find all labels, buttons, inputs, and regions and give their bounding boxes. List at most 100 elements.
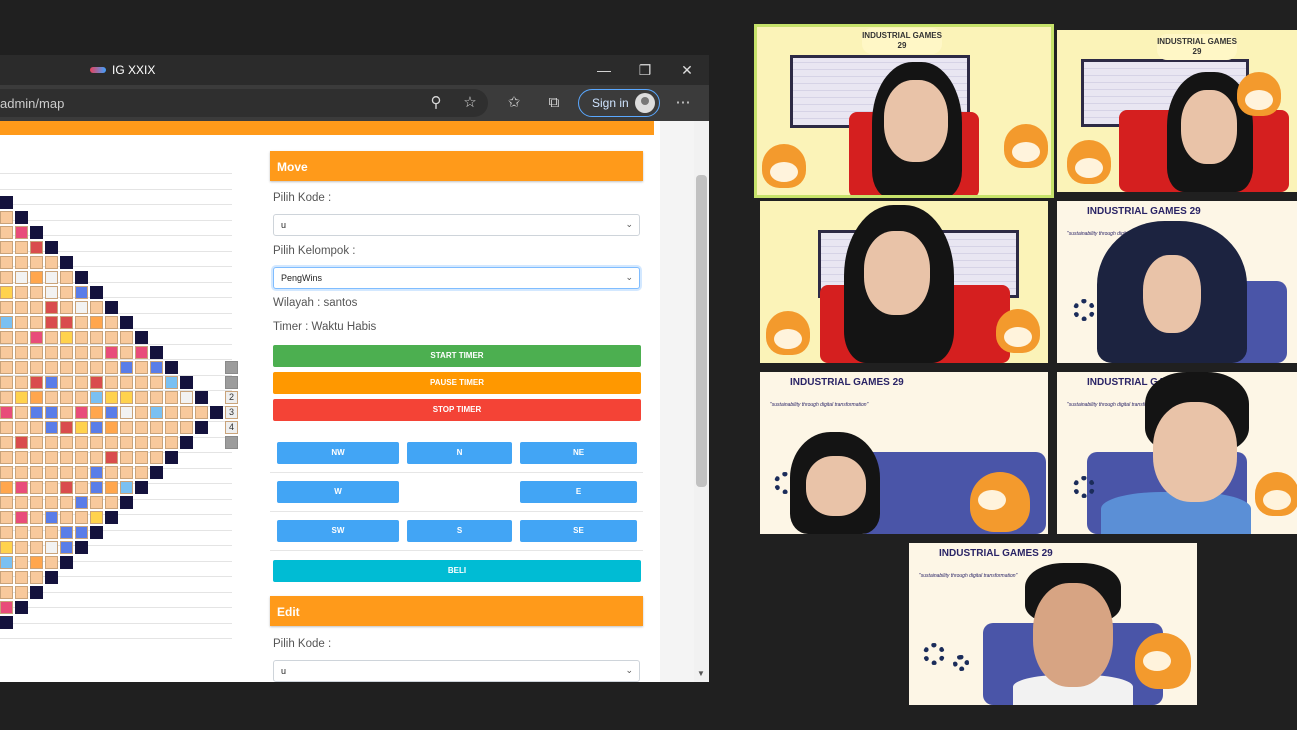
map-land-cell[interactable] bbox=[45, 496, 58, 509]
map-sea-cell[interactable] bbox=[150, 466, 163, 479]
map-item-icon[interactable] bbox=[0, 601, 13, 614]
map-land-cell[interactable] bbox=[0, 271, 13, 284]
video-tile-6[interactable]: INDUSTRIAL GAMES 29 "sustainability thro… bbox=[1057, 372, 1297, 534]
map-land-cell[interactable] bbox=[0, 571, 13, 584]
map-item-icon[interactable] bbox=[105, 481, 118, 494]
map-land-cell[interactable] bbox=[135, 361, 148, 374]
map-land-cell[interactable] bbox=[90, 331, 103, 344]
pause-timer-button[interactable]: PAUSE TIMER bbox=[273, 372, 641, 394]
map-land-cell[interactable] bbox=[15, 556, 28, 569]
map-land-cell[interactable] bbox=[15, 571, 28, 584]
map-sea-cell[interactable] bbox=[30, 226, 43, 239]
map-land-cell[interactable] bbox=[30, 421, 43, 434]
map-item-icon[interactable] bbox=[165, 376, 178, 389]
map-item-icon[interactable] bbox=[0, 556, 13, 569]
map-land-cell[interactable] bbox=[0, 466, 13, 479]
map-land-cell[interactable] bbox=[75, 511, 88, 524]
map-land-cell[interactable] bbox=[15, 241, 28, 254]
map-land-cell[interactable] bbox=[15, 316, 28, 329]
map-land-cell[interactable] bbox=[0, 346, 13, 359]
map-land-cell[interactable] bbox=[120, 421, 133, 434]
map-sea-cell[interactable] bbox=[75, 271, 88, 284]
map-land-cell[interactable] bbox=[135, 376, 148, 389]
map-item-icon[interactable] bbox=[90, 421, 103, 434]
map-land-cell[interactable] bbox=[45, 391, 58, 404]
map-land-cell[interactable] bbox=[30, 361, 43, 374]
map-land-cell[interactable] bbox=[120, 451, 133, 464]
map-land-cell[interactable] bbox=[60, 466, 73, 479]
map-land-cell[interactable] bbox=[60, 451, 73, 464]
map-land-cell[interactable] bbox=[150, 436, 163, 449]
map-item-icon[interactable] bbox=[0, 316, 13, 329]
map-land-cell[interactable] bbox=[30, 301, 43, 314]
map-land-cell[interactable] bbox=[0, 331, 13, 344]
map-item-icon[interactable] bbox=[45, 316, 58, 329]
map-item-icon[interactable] bbox=[120, 391, 133, 404]
map-land-cell[interactable] bbox=[15, 406, 28, 419]
video-tile-3[interactable] bbox=[760, 201, 1048, 363]
map-land-cell[interactable] bbox=[30, 481, 43, 494]
map-land-cell[interactable] bbox=[15, 331, 28, 344]
map-land-cell[interactable] bbox=[0, 511, 13, 524]
map-land-cell[interactable] bbox=[30, 346, 43, 359]
map-land-cell[interactable] bbox=[15, 256, 28, 269]
map-land-cell[interactable] bbox=[0, 241, 13, 254]
map-land-cell[interactable] bbox=[45, 256, 58, 269]
map-item-icon[interactable] bbox=[0, 541, 13, 554]
map-land-cell[interactable] bbox=[195, 406, 208, 419]
stop-timer-button[interactable]: STOP TIMER bbox=[273, 399, 641, 421]
map-item-icon[interactable] bbox=[75, 496, 88, 509]
map-item-icon[interactable] bbox=[105, 421, 118, 434]
edit-kode-select[interactable]: u ⌄ bbox=[273, 660, 640, 682]
map-land-cell[interactable] bbox=[30, 256, 43, 269]
map-land-cell[interactable] bbox=[15, 376, 28, 389]
map-item-icon[interactable] bbox=[75, 406, 88, 419]
move-nw-button[interactable]: NW bbox=[277, 442, 399, 464]
map-land-cell[interactable] bbox=[90, 436, 103, 449]
map-item-icon[interactable] bbox=[45, 301, 58, 314]
map-land-cell[interactable] bbox=[15, 496, 28, 509]
map-land-cell[interactable] bbox=[45, 331, 58, 344]
map-item-icon[interactable] bbox=[15, 511, 28, 524]
map-land-cell[interactable] bbox=[0, 526, 13, 539]
map-land-cell[interactable] bbox=[60, 301, 73, 314]
map-land-cell[interactable] bbox=[45, 451, 58, 464]
favorites-icon[interactable]: ✩ bbox=[502, 91, 526, 115]
map-item-icon[interactable] bbox=[90, 316, 103, 329]
map-land-cell[interactable] bbox=[75, 376, 88, 389]
map-land-cell[interactable] bbox=[0, 226, 13, 239]
map-land-cell[interactable] bbox=[15, 286, 28, 299]
map-land-cell[interactable] bbox=[90, 346, 103, 359]
map-item-icon[interactable] bbox=[15, 436, 28, 449]
map-land-cell[interactable] bbox=[105, 436, 118, 449]
map-item-icon[interactable] bbox=[0, 286, 13, 299]
map-item-icon[interactable] bbox=[45, 421, 58, 434]
map-land-cell[interactable] bbox=[75, 316, 88, 329]
map-item-icon[interactable] bbox=[60, 316, 73, 329]
map-land-cell[interactable] bbox=[15, 301, 28, 314]
map-land-cell[interactable] bbox=[60, 511, 73, 524]
map-land-cell[interactable] bbox=[105, 496, 118, 509]
map-land-cell[interactable] bbox=[30, 496, 43, 509]
map-land-cell[interactable] bbox=[135, 466, 148, 479]
map-sea-cell[interactable] bbox=[0, 616, 13, 629]
map-land-cell[interactable] bbox=[0, 586, 13, 599]
map-item-icon[interactable] bbox=[30, 376, 43, 389]
map-item-icon[interactable] bbox=[60, 526, 73, 539]
map-sea-cell[interactable] bbox=[45, 571, 58, 584]
map-sea-cell[interactable] bbox=[180, 436, 193, 449]
map-land-cell[interactable] bbox=[15, 541, 28, 554]
map-item-icon[interactable] bbox=[45, 406, 58, 419]
map-item-icon[interactable] bbox=[75, 301, 88, 314]
map-item-icon[interactable] bbox=[90, 391, 103, 404]
map-land-cell[interactable] bbox=[15, 466, 28, 479]
map-land-cell[interactable] bbox=[15, 526, 28, 539]
map-item-icon[interactable] bbox=[30, 556, 43, 569]
map-land-cell[interactable] bbox=[0, 256, 13, 269]
map-land-cell[interactable] bbox=[90, 496, 103, 509]
map-land-cell[interactable] bbox=[15, 586, 28, 599]
map-sea-cell[interactable] bbox=[90, 526, 103, 539]
start-timer-button[interactable]: START TIMER bbox=[273, 345, 641, 367]
map-sea-cell[interactable] bbox=[75, 541, 88, 554]
map-item-icon[interactable] bbox=[105, 406, 118, 419]
